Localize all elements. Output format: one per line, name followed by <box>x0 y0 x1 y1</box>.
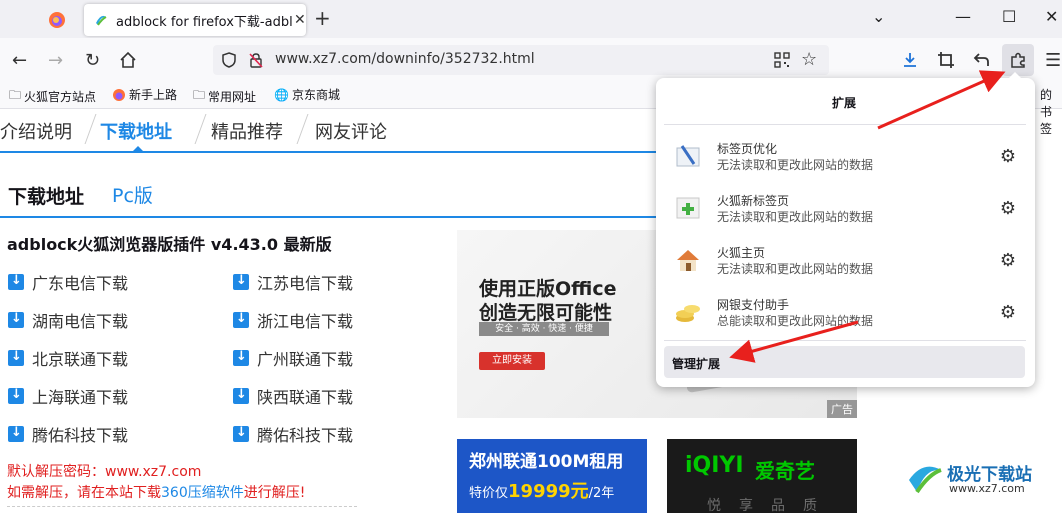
bookmark-item[interactable]: 新手上路 <box>112 86 177 103</box>
new-tab-button[interactable]: + <box>314 6 331 30</box>
page-tab-comments[interactable]: 网友评论 <box>315 118 387 144</box>
tab-close-icon[interactable]: ✕ <box>294 12 306 28</box>
watermark-logo-icon <box>909 466 942 494</box>
tab-divider <box>296 114 309 144</box>
product-title: adblock火狐浏览器版插件 v4.43.0 最新版 <box>7 235 332 254</box>
firefox-icon <box>49 12 65 28</box>
reload-icon[interactable]: ↻ <box>85 50 100 71</box>
ad-price: 特价仅19999元/2年 <box>469 481 615 502</box>
extension-item[interactable]: 火狐新标签页 无法读取和更改此网站的数据 ⚙ <box>664 184 1026 234</box>
page-tab-intro[interactable]: 介绍说明 <box>0 118 72 144</box>
folder-icon: 🗀 <box>9 88 22 102</box>
gear-icon[interactable]: ⚙ <box>1000 146 1016 167</box>
divider <box>7 506 357 507</box>
downloads-icon[interactable] <box>901 51 919 73</box>
active-tab[interactable]: adblock for firefox下载-adblo ✕ <box>84 4 306 36</box>
site-favicon-icon <box>96 15 107 26</box>
section-underline <box>0 216 660 218</box>
menu-icon[interactable]: ☰ <box>1045 50 1061 71</box>
install-button[interactable]: 立即安装 <box>479 352 545 370</box>
home-icon[interactable] <box>119 51 137 73</box>
ad-features: 安全 · 高效 · 快速 · 便捷 <box>479 322 609 336</box>
undo-icon[interactable] <box>973 51 991 73</box>
ad-headline: 使用正版Office <box>479 278 617 300</box>
download-icon <box>8 311 24 328</box>
bookmark-item[interactable]: 🗀 常用网址 <box>193 86 256 107</box>
pc-version-tab[interactable]: Pc版 <box>112 181 153 208</box>
tab-divider <box>194 114 207 144</box>
page-tab-download[interactable]: 下载地址 <box>100 118 172 144</box>
panel-divider <box>664 124 1026 125</box>
firefox-tab[interactable] <box>40 7 74 33</box>
unzip-software-link[interactable]: 360压缩软件 <box>161 485 244 501</box>
panel-title: 扩展 <box>832 96 857 110</box>
new-tab-icon <box>674 194 702 222</box>
qr-code-icon[interactable] <box>774 52 790 72</box>
folder-icon: 🗀 <box>193 88 206 102</box>
tab-list-dropdown-icon[interactable]: ⌄ <box>872 7 885 26</box>
coins-icon <box>674 298 702 326</box>
brush-icon <box>674 142 702 170</box>
ad-headline: 爱奇艺 <box>755 459 815 483</box>
gear-icon[interactable]: ⚙ <box>1000 302 1016 323</box>
minimize-button[interactable]: — <box>955 7 971 26</box>
url-text[interactable]: www.xz7.com/downinfo/352732.html <box>275 51 535 67</box>
download-icon <box>8 387 24 404</box>
download-link[interactable]: 北京联通下载 <box>8 346 128 370</box>
download-icon <box>233 387 249 404</box>
back-icon[interactable]: ← <box>12 50 27 71</box>
home-icon <box>674 246 702 274</box>
iqiyi-logo: iQIYI <box>685 453 744 478</box>
unzip-note: 如需解压，请在本站下载360压缩软件进行解压! <box>7 485 306 501</box>
download-link[interactable]: 浙江电信下载 <box>233 308 353 332</box>
page-tab-recommend[interactable]: 精品推荐 <box>211 118 283 144</box>
download-icon <box>8 425 24 442</box>
shield-icon[interactable] <box>221 52 237 72</box>
download-link[interactable]: 上海联通下载 <box>8 384 128 408</box>
gear-icon[interactable]: ⚙ <box>1000 198 1016 219</box>
other-bookmarks[interactable]: 的书签 <box>1040 86 1062 137</box>
ad-subheadline: 创造无限可能性 <box>479 302 613 324</box>
download-link[interactable]: 广东电信下载 <box>8 270 128 294</box>
password-note: 默认解压密码：www.xz7.com <box>7 464 202 480</box>
download-link[interactable]: 腾佑科技下载 <box>233 422 353 446</box>
panel-divider <box>664 340 1026 341</box>
globe-icon: 🌐 <box>274 87 289 102</box>
download-icon <box>233 425 249 442</box>
maximize-button[interactable]: ☐ <box>1002 7 1016 26</box>
download-icon <box>233 311 249 328</box>
download-icon <box>8 273 24 290</box>
download-icon <box>8 349 24 366</box>
bookmark-item[interactable]: 🌐 京东商城 <box>274 86 340 103</box>
iqiyi-ad[interactable]: iQIYI 爱奇艺 悦享品质 <box>667 439 857 514</box>
manage-extensions-button[interactable]: 管理扩展 <box>664 346 1025 378</box>
download-link[interactable]: 广州联通下载 <box>233 346 353 370</box>
download-link[interactable]: 腾佑科技下载 <box>8 422 128 446</box>
panel-caret <box>1007 72 1023 80</box>
forward-icon[interactable]: → <box>48 50 63 71</box>
download-link[interactable]: 湖南电信下载 <box>8 308 128 332</box>
extension-item[interactable]: 网银支付助手 总能读取和更改此网站的数据 ⚙ <box>664 288 1026 338</box>
ad-headline: 郑州联通100M租用 <box>469 452 624 472</box>
download-link[interactable]: 陕西联通下载 <box>233 384 353 408</box>
tab-divider <box>84 114 97 144</box>
insecure-lock-icon[interactable] <box>248 52 264 72</box>
gear-icon[interactable]: ⚙ <box>1000 250 1016 271</box>
close-window-button[interactable]: ✕ <box>1045 7 1058 26</box>
bookmark-star-icon[interactable]: ☆ <box>801 49 817 70</box>
screenshot-icon[interactable] <box>937 51 955 73</box>
firefox-icon <box>113 88 125 101</box>
bookmark-item[interactable]: 🗀 火狐官方站点 <box>9 86 96 107</box>
download-icon <box>233 349 249 366</box>
ad-subheadline: 悦享品质 <box>707 498 835 514</box>
unicom-ad[interactable]: 郑州联通100M租用 特价仅19999元/2年 <box>457 439 647 513</box>
extension-item[interactable]: 火狐主页 无法读取和更改此网站的数据 ⚙ <box>664 236 1026 286</box>
tab-title: adblock for firefox下载-adblo <box>116 14 292 30</box>
ad-tag: 广告 <box>827 400 857 418</box>
download-link[interactable]: 江苏电信下载 <box>233 270 353 294</box>
section-title: 下载地址 <box>8 186 85 208</box>
puzzle-icon <box>1011 52 1025 68</box>
extension-item[interactable]: 标签页优化 无法读取和更改此网站的数据 ⚙ <box>664 132 1026 182</box>
download-icon <box>233 273 249 290</box>
